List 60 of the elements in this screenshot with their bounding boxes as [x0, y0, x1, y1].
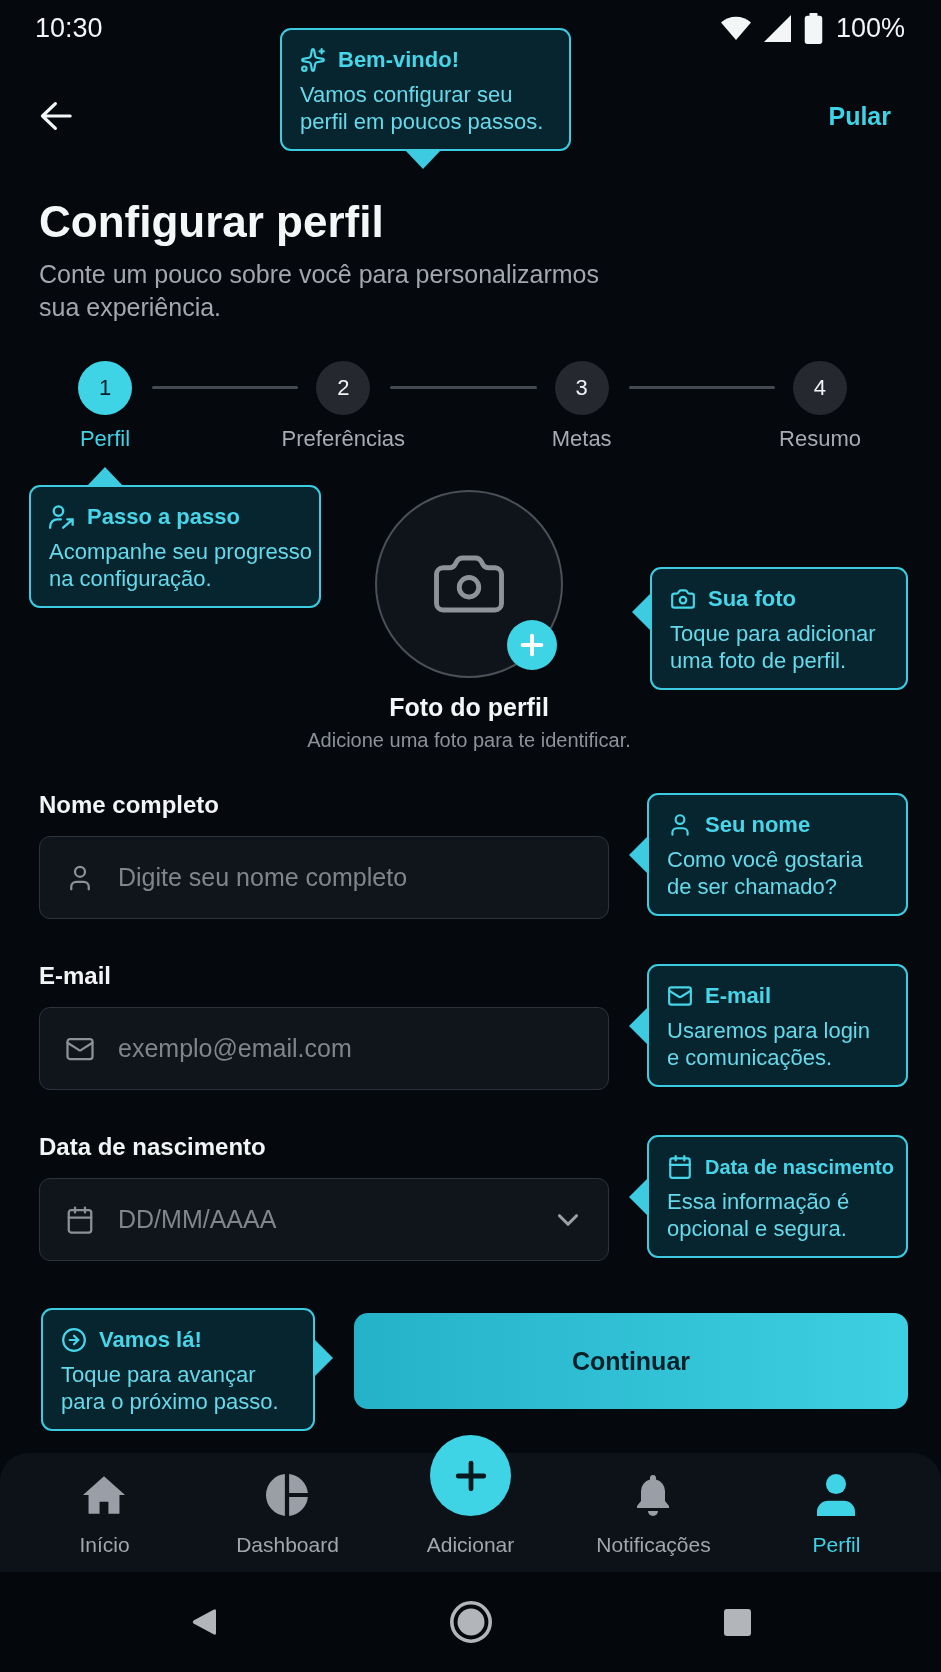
- calendar-icon: [667, 1154, 693, 1180]
- back-triangle-icon[interactable]: [190, 1608, 217, 1636]
- email-input-field[interactable]: exemplo@email.com: [39, 1007, 609, 1090]
- square-icon[interactable]: [724, 1608, 751, 1636]
- bell-icon: [635, 1474, 672, 1516]
- status-time: 10:30: [35, 12, 103, 44]
- tooltip-title: Vamos lá!: [99, 1327, 202, 1353]
- page-title: Configurar perfil: [39, 196, 385, 248]
- wifi-icon: [720, 16, 751, 40]
- step-label: Metas: [551, 425, 612, 453]
- field-label: Nome completo: [39, 790, 221, 820]
- back-arrow-icon[interactable]: [40, 101, 72, 131]
- tooltip-text: Toque para adicionar uma foto de perfil.: [670, 620, 877, 674]
- step-indicator: 4: [793, 361, 847, 415]
- profile-nav-tab[interactable]: Perfil: [812, 1474, 861, 1558]
- continue-button[interactable]: Continuar: [354, 1313, 908, 1409]
- step-indicator: 2: [316, 361, 371, 415]
- photo-title: Foto do perfil: [389, 692, 549, 722]
- tooltip-title: E-mail: [705, 983, 772, 1009]
- person-arrow-icon: [49, 504, 75, 530]
- step-label: Preferências: [281, 425, 406, 453]
- tooltip-title: Seu nome: [705, 812, 811, 838]
- dashboard-nav-tab[interactable]: Dashboard: [236, 1474, 339, 1558]
- camera-icon: [670, 586, 696, 612]
- tooltip-title: Bem-vindo!: [338, 47, 459, 73]
- field-label: E-mail: [39, 961, 113, 991]
- signal-icon: [763, 14, 791, 42]
- add-nav-tab[interactable]: Adicionar: [426, 1435, 515, 1558]
- add-photo-button[interactable]: [507, 620, 557, 670]
- tooltip-text: Vamos configurar seu perfil em poucos passos.: [300, 81, 545, 135]
- tooltip-title: Passo a passo: [87, 504, 240, 530]
- photo-hint: Adicione uma foto para te identificar.: [307, 728, 631, 752]
- calendar-icon: [65, 1204, 95, 1235]
- skip-button[interactable]: Pular: [828, 101, 891, 131]
- step-label: Perfil: [79, 425, 131, 453]
- battery-percent: 100%: [835, 12, 905, 44]
- tooltip-title: Data de nascimento: [705, 1155, 894, 1179]
- field-label: Data de nascimento: [39, 1132, 267, 1162]
- mail-icon: [667, 983, 693, 1009]
- tooltip-text: Como você gostaria de ser chamado?: [667, 846, 864, 900]
- home-icon: [82, 1474, 127, 1516]
- date-input-field[interactable]: DD/MM/AAAA: [39, 1178, 609, 1261]
- pie-chart-icon: [266, 1474, 309, 1516]
- home-circle-icon[interactable]: [449, 1601, 492, 1643]
- tooltip-text: Usaremos para login e comunicações.: [667, 1017, 871, 1071]
- tooltip-title: Sua foto: [708, 586, 796, 612]
- battery-icon: [803, 12, 823, 44]
- person-icon: [817, 1474, 856, 1516]
- step-indicator: 3: [554, 361, 609, 415]
- page-subtitle: Conte um pouco sobre você para personalizarmos sua experiência.: [39, 259, 601, 323]
- step-indicator: 1: [78, 361, 132, 415]
- tooltip-text: Acompanhe seu progresso na configuração.: [49, 538, 313, 592]
- step-label: Resumo: [779, 425, 861, 453]
- sparkles-icon: [300, 47, 326, 73]
- tooltip-text: Toque para avançar para o próximo passo.: [61, 1361, 280, 1415]
- notifications-nav-tab[interactable]: Notificações: [596, 1474, 711, 1558]
- home-nav-tab[interactable]: Início: [79, 1474, 130, 1558]
- arrow-right-circle-icon: [61, 1327, 87, 1353]
- name-input-field[interactable]: Digite seu nome completo: [39, 836, 609, 919]
- tooltip-text: Essa informação é opcional e segura.: [667, 1188, 851, 1242]
